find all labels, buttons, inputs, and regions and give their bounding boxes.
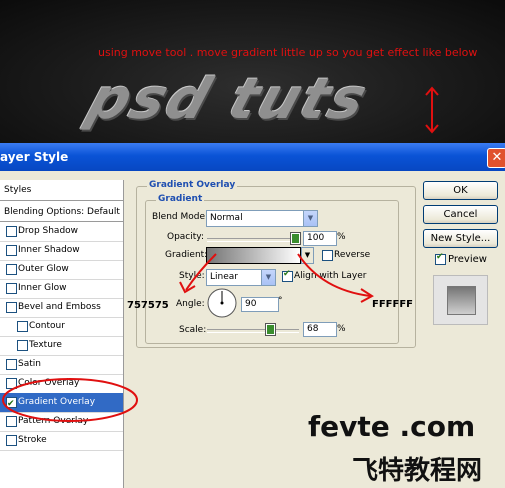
window-titlebar[interactable] [0,143,505,171]
scale-slider[interactable] [207,329,299,333]
opacity-input[interactable]: 100 [303,231,337,246]
new-style-button[interactable]: New Style... [423,229,498,248]
blend-mode-label: Blend Mode: [152,212,209,222]
logo-text: psd tuts [79,67,377,132]
style-item-label: Texture [29,340,62,350]
style-item-contour[interactable]: Contour [0,317,123,337]
opacity-label: Opacity: [167,232,204,242]
scale-unit: % [337,324,346,334]
style-item-outer-glow[interactable]: Outer Glow [0,260,123,280]
styles-header[interactable]: Styles [0,180,123,201]
style-item-label: Drop Shadow [18,226,79,236]
blend-mode-select[interactable]: Normal ▼ [206,210,318,227]
group-title: Gradient [156,194,205,204]
opacity-unit: % [337,232,346,242]
preview-box [433,275,488,325]
style-item-bevel-emboss[interactable]: Bevel and Emboss [0,298,123,318]
style-item-satin[interactable]: Satin [0,355,123,375]
highlight-circle-icon [2,378,138,422]
scale-slider-thumb[interactable] [265,324,275,335]
style-item-texture[interactable]: Texture [0,336,123,356]
instruction-text: using move tool . move gradient little u… [98,46,478,59]
blend-mode-value: Normal [210,213,243,223]
style-item-stroke[interactable]: Stroke [0,431,123,451]
chevron-down-icon: ▼ [303,211,317,226]
checkbox[interactable] [17,321,28,332]
preview-checkbox[interactable] [435,252,446,265]
section-title: Gradient Overlay [147,180,238,190]
style-item-inner-glow[interactable]: Inner Glow [0,279,123,299]
style-item-label: Contour [29,321,65,331]
close-button[interactable]: ✕ [487,148,505,168]
styles-list: Styles Blending Options: Default Drop Sh… [0,180,124,488]
style-item-label: Satin [18,359,41,369]
preview-swatch [447,286,476,315]
blending-options-row[interactable]: Blending Options: Default [0,203,123,222]
style-item-label: Inner Glow [18,283,67,293]
checkbox[interactable] [6,283,17,294]
checkbox[interactable] [6,435,17,446]
style-item-label: Outer Glow [18,264,69,274]
ok-button[interactable]: OK [423,181,498,200]
checkbox[interactable] [6,245,17,256]
blending-options-label: Blending Options: Default [4,207,120,217]
styles-header-label: Styles [4,185,32,195]
window-title: ayer Style [0,150,69,164]
annotation-arrows-icon [179,253,374,303]
style-item-inner-shadow[interactable]: Inner Shadow [0,241,123,261]
left-color-annotation: 757575 [127,300,169,311]
checkbox[interactable] [6,226,17,237]
style-item-label: Bevel and Emboss [18,302,101,312]
right-color-annotation: FFFFFF [372,299,413,310]
scale-input[interactable]: 68 [303,322,337,337]
scale-label: Scale: [179,325,207,335]
checkbox[interactable] [6,359,17,370]
checkbox[interactable] [17,340,28,351]
opacity-slider[interactable] [207,238,299,242]
vertical-arrow-icon [425,86,439,134]
checkbox[interactable] [6,264,17,275]
preview-label: Preview [448,254,487,265]
watermark-chinese: 飞特教程网 [352,456,483,486]
watermark-site: fevte .com [308,410,476,443]
style-item-label: Stroke [18,435,47,445]
style-item-label: Inner Shadow [18,245,80,255]
checkbox[interactable] [6,302,17,313]
cancel-button[interactable]: Cancel [423,205,498,224]
style-item-drop-shadow[interactable]: Drop Shadow [0,222,123,242]
opacity-slider-thumb[interactable] [291,233,300,244]
